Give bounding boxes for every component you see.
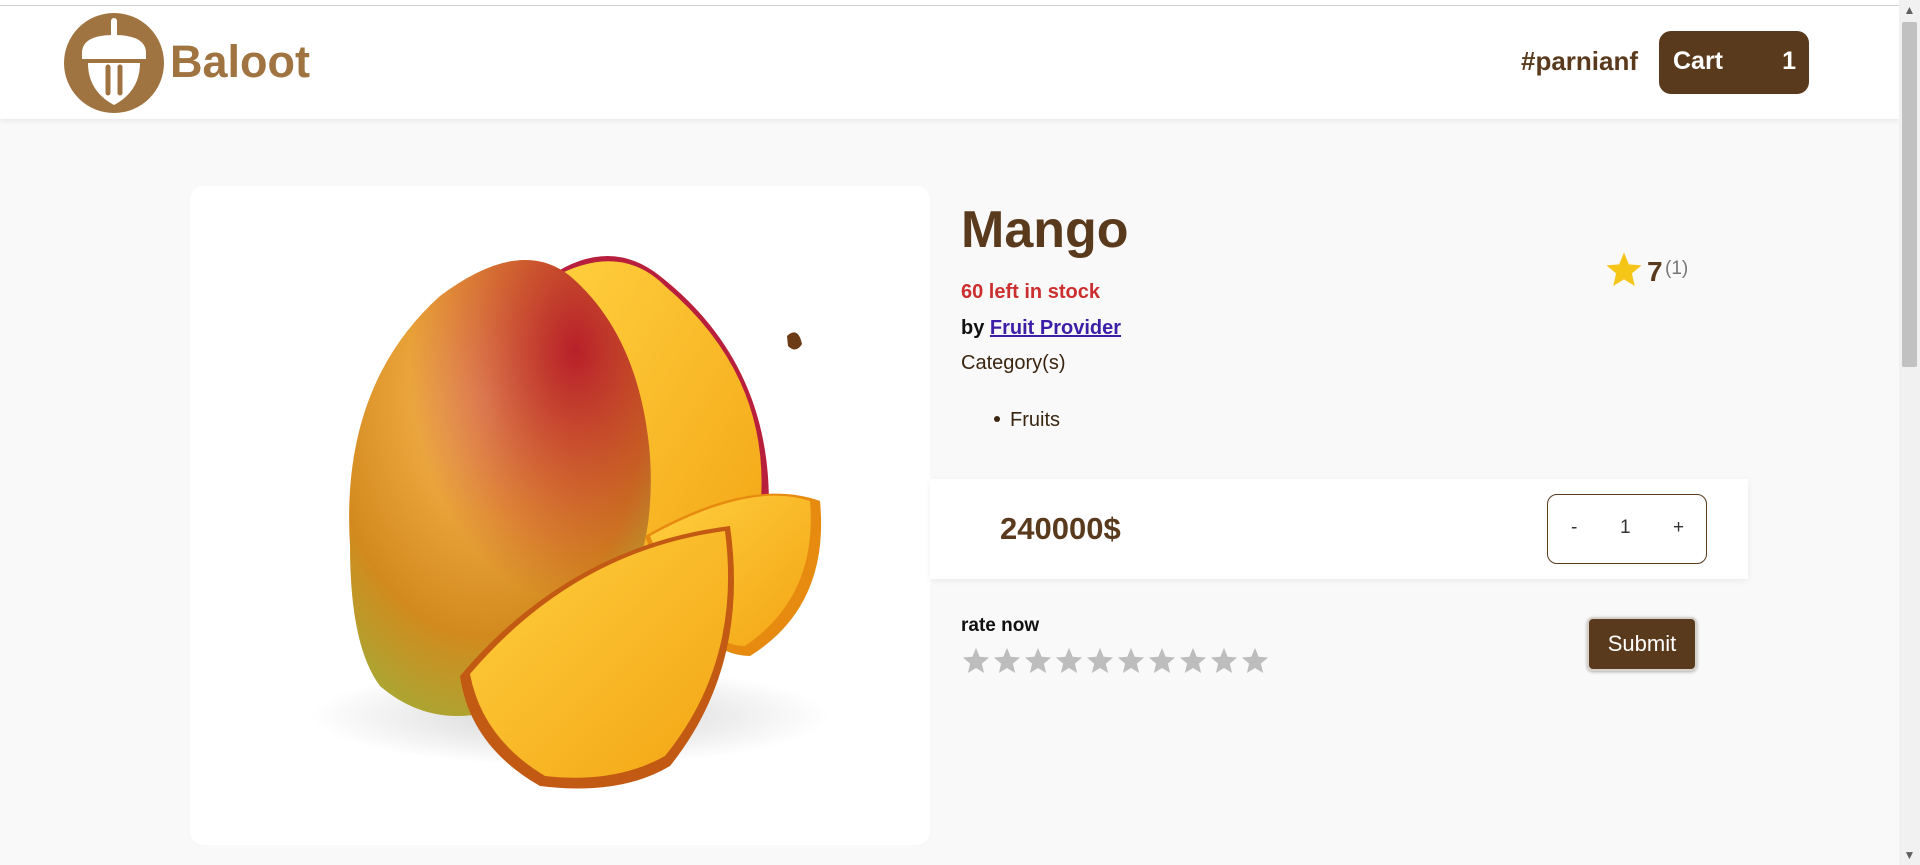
cart-label: Cart [1673,47,1724,75]
scroll-down-arrow-icon[interactable]: ▼ [1899,845,1920,865]
scrollbar-thumb[interactable] [1902,22,1917,367]
quantity-stepper: - 1 + [1547,494,1707,564]
rating-value: 7 [1647,256,1663,287]
rate-star-3-icon[interactable] [1023,646,1053,676]
rate-star-1-icon[interactable] [961,646,991,676]
rate-star-6-icon[interactable] [1116,646,1146,676]
category-list: Fruits [994,409,1060,432]
quantity-value: 1 [1620,517,1631,538]
scroll-up-arrow-icon[interactable]: ▲ [1899,0,1920,20]
cart-count-badge: 1 [1782,47,1796,75]
provider-line: by Fruit Provider [961,317,1121,340]
decrease-quantity-button[interactable]: - [1571,517,1577,539]
provider-link[interactable]: Fruit Provider [990,317,1121,339]
site-header: Baloot #parnianf Cart 1 [0,6,1899,119]
rating-count: (1) [1665,258,1689,279]
product-price: 240000$ [1000,511,1121,546]
submit-rating-button[interactable]: Submit [1587,617,1697,671]
category-item: Fruits [994,409,1060,432]
rate-star-10-icon[interactable] [1240,646,1270,676]
product-image-card [190,186,930,845]
username[interactable]: #parnianf [1521,46,1638,77]
rate-now-label: rate now [961,615,1040,636]
brand-name[interactable]: Baloot [170,36,310,88]
mango-product-image [310,256,830,789]
acorn-logo-icon[interactable] [64,13,164,113]
increase-quantity-button[interactable]: + [1673,517,1684,539]
provider-prefix: by [961,317,985,339]
rate-star-8-icon[interactable] [1178,646,1208,676]
star-rating-icon [1606,252,1642,286]
page-scrollbar[interactable]: ▲ ▼ [1899,0,1920,865]
rate-star-5-icon[interactable] [1085,646,1115,676]
rate-star-7-icon[interactable] [1147,646,1177,676]
price-box: 240000$ - 1 + [930,479,1748,579]
stock-status: 60 left in stock [961,281,1100,303]
rate-star-4-icon[interactable] [1054,646,1084,676]
rate-star-9-icon[interactable] [1209,646,1239,676]
rate-star-2-icon[interactable] [992,646,1022,676]
category-label: Category(s) [961,352,1066,374]
cart-button[interactable]: Cart 1 [1659,31,1809,94]
product-title: Mango [961,201,1129,259]
